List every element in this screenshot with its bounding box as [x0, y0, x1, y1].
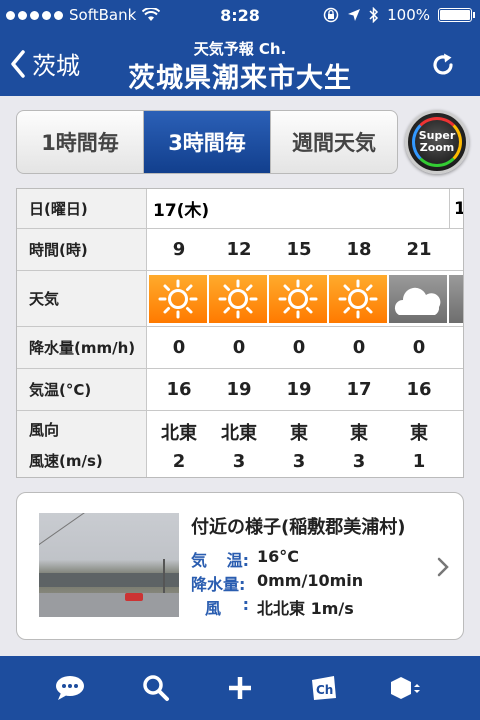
- wind-direction-header: 風向: [29, 421, 60, 439]
- search-button[interactable]: [138, 670, 174, 706]
- date-cell: 17(木): [153, 201, 210, 221]
- precip-header: 降水量(mm/h): [17, 327, 147, 368]
- temp-cell: 17: [346, 379, 372, 400]
- cloud-icon: [389, 275, 447, 327]
- nearby-wind-value: 北北東 1m/s: [257, 599, 354, 618]
- tab-hourly[interactable]: 1時間毎: [17, 111, 144, 173]
- weather-cell-partial: [449, 275, 463, 323]
- wind-direction: 北東: [161, 422, 197, 444]
- wind-cell: 北東 2: [149, 411, 209, 477]
- wind-row: 風向 風速(m/s) 北東 2 北東 3 東3 東3 東1: [17, 411, 463, 477]
- refresh-icon: [433, 53, 453, 75]
- wind-direction: 東: [350, 422, 368, 444]
- status-bar: SoftBank 8:28 100%: [0, 0, 480, 32]
- settings-button[interactable]: [388, 670, 424, 706]
- wind-direction: 東: [410, 422, 428, 444]
- weather-cell: [269, 275, 327, 323]
- wind-speed: 2: [172, 450, 186, 472]
- nearby-precip-value: 0mm/10min: [257, 571, 364, 590]
- wind-speed: 3: [352, 450, 366, 472]
- svg-text:Ch: Ch: [316, 683, 333, 697]
- wind-cell: 東1: [389, 411, 449, 477]
- weather-row: 天気: [17, 271, 463, 327]
- temp-header: 気温(°C): [17, 369, 147, 410]
- time-header: 時間(時): [17, 229, 147, 270]
- hour-cell: 12: [226, 239, 252, 260]
- wind-cell: 北東 3: [209, 411, 269, 477]
- nearby-wind-line: 風: 北北東 1m/s: [191, 595, 354, 619]
- wind-speed: 1: [412, 450, 426, 472]
- wind-header: 風向 風速(m/s): [17, 411, 147, 477]
- wind-cell: 東3: [269, 411, 329, 477]
- nearby-precip-label: 降水量:: [191, 575, 246, 594]
- location-icon: [348, 9, 361, 21]
- hour-cell: 9: [172, 239, 186, 260]
- hour-cell: 21: [406, 239, 432, 260]
- temp-cell: 19: [286, 379, 312, 400]
- time-row: 時間(時) 9 12 15 18 21: [17, 229, 463, 271]
- temp-cell: 16: [166, 379, 192, 400]
- page-title: 茨城県潮来市大生: [128, 63, 352, 94]
- tab-3-hourly[interactable]: 3時間毎: [144, 111, 271, 173]
- wind-direction: 北東: [221, 422, 257, 444]
- tab-weekly[interactable]: 週間天気: [271, 111, 397, 173]
- nearby-title: 付近の様子(稲敷郡美浦村): [191, 517, 406, 538]
- sun-icon: [209, 275, 267, 327]
- precip-cell: 0: [232, 337, 246, 358]
- nearby-temp-value: 16°C: [257, 547, 300, 566]
- wind-speed: 3: [292, 450, 306, 472]
- super-zoom-button[interactable]: Super Zoom: [405, 110, 469, 174]
- plus-icon: [229, 677, 251, 699]
- weather-cell: [389, 275, 447, 323]
- refresh-button[interactable]: [430, 52, 456, 82]
- precip-cell: 0: [172, 337, 186, 358]
- temp-row: 気温(°C) 16 19 19 17 16: [17, 369, 463, 411]
- chat-button[interactable]: [52, 670, 88, 706]
- nearby-temp-label: 気温:: [191, 551, 249, 570]
- chat-bubble-icon: [56, 676, 84, 700]
- weather-header: 天気: [17, 271, 147, 326]
- wind-speed: 3: [232, 450, 246, 472]
- weather-cell: [329, 275, 387, 323]
- nearby-conditions-card[interactable]: 付近の様子(稲敷郡美浦村) 気温: 16°C 降水量: 0mm/10min 風:…: [16, 492, 464, 640]
- nearby-precip-line: 降水量: 0mm/10min: [191, 571, 363, 595]
- channel-button[interactable]: Ch: [306, 670, 342, 706]
- date-header: 日(曜日): [17, 189, 147, 228]
- battery-icon: [438, 8, 475, 22]
- nearby-temp-line: 気温: 16°C: [191, 547, 299, 571]
- sun-icon: [329, 275, 387, 327]
- precip-cell: 0: [292, 337, 306, 358]
- live-camera-photo: [39, 513, 179, 617]
- sun-icon: [269, 275, 327, 327]
- hour-cell: 15: [286, 239, 312, 260]
- zoom-ring-icon: [412, 117, 462, 167]
- rotation-lock-icon: [323, 7, 339, 23]
- precip-cell: 0: [412, 337, 426, 358]
- wind-direction: 東: [290, 422, 308, 444]
- search-icon: [143, 675, 169, 701]
- weather-cell: [209, 275, 267, 323]
- chevron-right-icon: [437, 557, 449, 577]
- add-button[interactable]: [222, 670, 258, 706]
- date-row: 日(曜日) 17(木) 18: [17, 189, 463, 229]
- weather-cell: [149, 275, 207, 323]
- bottom-toolbar: Ch: [0, 656, 480, 720]
- navigation-bar: 茨城 天気予報 Ch. 茨城県潮来市大生: [0, 32, 480, 96]
- hour-cell: 18: [346, 239, 372, 260]
- temp-cell: 19: [226, 379, 252, 400]
- wind-cell: 東3: [329, 411, 389, 477]
- temp-cell: 16: [406, 379, 432, 400]
- sun-icon: [149, 275, 207, 327]
- cube-icon: [391, 677, 420, 699]
- battery-percent: 100%: [387, 6, 430, 24]
- interval-segmented-control: 1時間毎 3時間毎 週間天気: [16, 110, 398, 174]
- wind-speed-header: 風速(m/s): [29, 452, 103, 470]
- bluetooth-icon: [369, 7, 379, 23]
- precip-cell: 0: [352, 337, 366, 358]
- next-date-cell: 18: [449, 189, 463, 228]
- channel-icon: Ch: [312, 676, 336, 700]
- nearby-wind-label: 風:: [205, 595, 249, 618]
- forecast-table[interactable]: 日(曜日) 17(木) 18 時間(時) 9 12 15 18 21 天気 降水…: [16, 188, 464, 478]
- precip-row: 降水量(mm/h) 0 0 0 0 0: [17, 327, 463, 369]
